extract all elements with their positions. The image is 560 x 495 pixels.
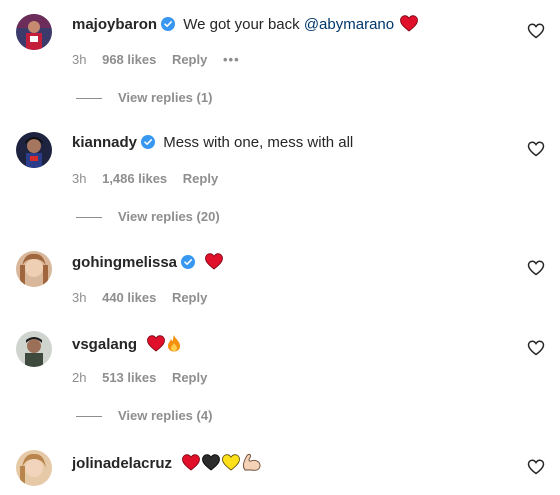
replies-divider (76, 217, 102, 219)
more-options-button[interactable]: ••• (223, 52, 240, 67)
avatar[interactable] (16, 14, 52, 50)
username[interactable]: vsgalang (72, 336, 137, 353)
like-heart-icon[interactable] (527, 458, 545, 476)
comment-time: 3h (72, 290, 87, 305)
red-heart-icon (400, 15, 419, 32)
reply-button[interactable]: Reply (172, 290, 207, 305)
like-heart-icon[interactable] (527, 339, 545, 357)
comment-time: 3h (72, 171, 87, 186)
likes-count[interactable]: 440 likes (102, 290, 156, 305)
view-replies-label: View replies (4) (118, 408, 213, 423)
avatar[interactable] (16, 331, 52, 367)
view-replies-button[interactable]: View replies (4) (76, 408, 212, 423)
username[interactable]: majoybaron (72, 16, 157, 33)
flexed-biceps-icon (243, 453, 261, 471)
replies-divider (76, 416, 102, 418)
reply-button[interactable]: Reply (172, 52, 207, 67)
like-heart-icon[interactable] (527, 140, 545, 158)
verified-badge-icon (161, 17, 176, 31)
view-replies-label: View replies (20) (118, 209, 220, 224)
comment-text: Mess with one, mess with all (163, 134, 354, 151)
view-replies-label: View replies (1) (118, 90, 213, 105)
comment-text: We got your back (183, 16, 300, 33)
likes-count[interactable]: 1,486 likes (102, 171, 167, 186)
fire-icon (168, 335, 181, 352)
reply-button[interactable]: Reply (172, 370, 207, 385)
like-heart-icon[interactable] (527, 259, 545, 277)
verified-badge-icon (181, 255, 196, 269)
reply-button[interactable]: Reply (183, 171, 218, 186)
yellow-heart-icon (222, 454, 241, 471)
comment-time: 3h (72, 52, 87, 67)
view-replies-button[interactable]: View replies (1) (76, 90, 212, 105)
like-heart-icon[interactable] (527, 22, 545, 40)
avatar[interactable] (16, 251, 52, 287)
avatar[interactable] (16, 132, 52, 168)
verified-badge-icon (141, 135, 156, 149)
avatar[interactable] (16, 450, 52, 486)
view-replies-button[interactable]: View replies (20) (76, 209, 220, 224)
black-heart-icon (202, 454, 221, 471)
comment-time: 2h (72, 370, 87, 385)
username[interactable]: jolinadelacruz (72, 455, 172, 472)
red-heart-icon (205, 253, 224, 270)
red-heart-icon (182, 454, 201, 471)
mention-link[interactable]: @abymarano (304, 16, 394, 33)
username[interactable]: gohingmelissa (72, 254, 177, 271)
likes-count[interactable]: 513 likes (102, 370, 156, 385)
replies-divider (76, 98, 102, 100)
likes-count[interactable]: 968 likes (102, 52, 156, 67)
username[interactable]: kiannady (72, 134, 137, 151)
red-heart-icon (147, 335, 166, 352)
